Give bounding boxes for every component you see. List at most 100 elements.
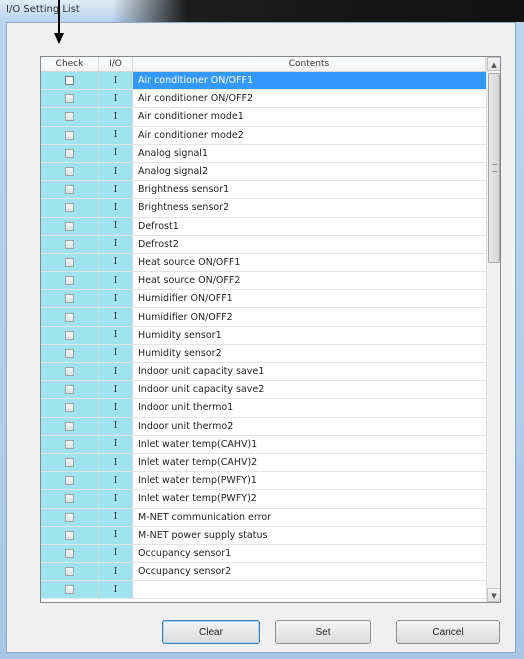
table-row[interactable]: I Occupancy sensor1 (41, 544, 486, 564)
check-cell (41, 235, 99, 253)
io-cell: I (99, 72, 133, 90)
table-row[interactable]: I Occupancy sensor2 (41, 563, 486, 582)
row-checkbox[interactable] (65, 421, 74, 431)
contents-cell: Indoor unit capacity save2 (138, 384, 265, 396)
table-row[interactable]: I Heat source ON/OFF2 (41, 272, 486, 291)
row-checkbox[interactable] (65, 476, 74, 486)
io-list-view[interactable]: Check I/O Contents I Air conditioner ON/O… (40, 56, 501, 603)
io-cell: I (99, 217, 133, 235)
table-row[interactable]: I Defrost2 (41, 235, 486, 254)
row-checkbox[interactable] (65, 148, 74, 158)
table-row[interactable]: I Indoor unit capacity save2 (41, 381, 486, 400)
scroll-thumb[interactable] (488, 73, 500, 263)
contents-cell: Occupancy sensor1 (138, 547, 232, 559)
scroll-up-button[interactable]: ▲ (487, 57, 500, 71)
row-checkbox[interactable] (65, 530, 74, 540)
table-row[interactable]: I Analog signal2 (41, 162, 486, 182)
check-cell (41, 381, 99, 399)
table-row[interactable]: I Inlet water temp(CAHV)2 (41, 453, 486, 473)
table-row[interactable]: I Brightness sensor2 (41, 199, 486, 218)
row-checkbox[interactable] (65, 458, 74, 468)
row-checkbox[interactable] (65, 312, 74, 322)
row-checkbox[interactable] (65, 112, 74, 122)
contents-cell: Heat source ON/OFF1 (138, 256, 241, 268)
contents-cell: Analog signal2 (138, 166, 208, 178)
table-row[interactable]: I Air conditioner mode2 (41, 126, 486, 145)
table-row[interactable]: I Inlet water temp(PWFY)2 (41, 490, 486, 509)
check-cell (41, 399, 99, 417)
check-cell (41, 108, 99, 126)
row-checkbox[interactable] (65, 330, 74, 340)
check-cell (41, 308, 99, 326)
table-row[interactable]: I M-NET power supply status (41, 526, 486, 545)
clear-button[interactable]: Clear (162, 620, 260, 644)
row-checkbox[interactable] (65, 203, 74, 213)
column-header-check[interactable]: Check (41, 57, 99, 71)
table-row[interactable]: I Defrost1 (41, 217, 486, 236)
contents-cell: Air conditioner mode2 (138, 129, 244, 141)
contents-cell: Humidity sensor1 (138, 329, 222, 341)
table-row[interactable]: I (41, 581, 486, 600)
row-checkbox[interactable] (65, 130, 74, 140)
row-checkbox[interactable] (65, 94, 74, 104)
cancel-button[interactable]: Cancel (396, 620, 500, 644)
row-checkbox[interactable] (65, 512, 74, 522)
row-checkbox[interactable] (65, 294, 74, 304)
row-checkbox[interactable] (65, 185, 74, 195)
set-button[interactable]: Set (275, 620, 371, 644)
row-checkbox[interactable] (65, 567, 74, 577)
io-cell: I (99, 253, 133, 272)
check-cell (41, 472, 99, 490)
table-row[interactable]: I Humidifier ON/OFF1 (41, 290, 486, 309)
table-row[interactable]: I Humidity sensor2 (41, 344, 486, 363)
io-cell: I (99, 581, 133, 599)
row-checkbox[interactable] (65, 257, 74, 267)
io-cell: I (99, 181, 133, 199)
title-bar[interactable]: I/O Setting List (0, 0, 524, 22)
row-checkbox[interactable] (65, 167, 74, 177)
row-checkbox[interactable] (65, 348, 74, 358)
table-row[interactable]: I Humidifier ON/OFF2 (41, 308, 486, 327)
table-row[interactable]: I Air conditioner mode1 (41, 108, 486, 127)
check-cell (41, 217, 99, 235)
table-row[interactable]: I Brightness sensor1 (41, 181, 486, 200)
table-row[interactable]: I Air conditioner ON/OFF1 (41, 72, 486, 91)
io-cell: I (99, 526, 133, 544)
table-row[interactable]: I Humidity sensor1 (41, 326, 486, 345)
table-row[interactable]: I Inlet water temp(CAHV)1 (41, 435, 486, 454)
row-checkbox[interactable] (65, 439, 74, 449)
contents-cell: Inlet water temp(PWFY)1 (138, 475, 257, 487)
column-header-io[interactable]: I/O (99, 57, 133, 71)
row-checkbox[interactable] (65, 403, 74, 413)
row-checkbox[interactable] (65, 221, 74, 231)
check-cell (41, 181, 99, 199)
vertical-scrollbar[interactable]: ▲ ▼ (486, 57, 500, 602)
row-checkbox[interactable] (65, 548, 74, 558)
row-checkbox[interactable] (65, 585, 74, 595)
contents-cell: Humidity sensor2 (138, 347, 222, 359)
io-cell: I (99, 235, 133, 253)
table-row[interactable]: I Indoor unit thermo1 (41, 399, 486, 418)
table-row[interactable]: I M-NET communication error (41, 508, 486, 527)
io-cell: I (99, 381, 133, 399)
table-row[interactable]: I Indoor unit thermo2 (41, 417, 486, 436)
table-row[interactable]: I Indoor unit capacity save1 (41, 363, 486, 382)
column-header-contents[interactable]: Contents (133, 57, 486, 71)
io-cell: I (99, 472, 133, 490)
table-row[interactable]: I Analog signal1 (41, 144, 486, 163)
table-row[interactable]: I Heat source ON/OFF1 (41, 253, 486, 273)
contents-cell: Brightness sensor1 (138, 184, 230, 196)
table-row[interactable]: I Air conditioner ON/OFF2 (41, 90, 486, 109)
row-checkbox[interactable] (65, 385, 74, 395)
check-cell (41, 90, 99, 108)
check-cell (41, 253, 99, 272)
row-checkbox[interactable] (65, 276, 74, 286)
row-checkbox[interactable] (65, 76, 74, 86)
contents-cell: Indoor unit thermo2 (138, 420, 234, 432)
check-cell (41, 290, 99, 308)
table-row[interactable]: I Inlet water temp(PWFY)1 (41, 472, 486, 491)
row-checkbox[interactable] (65, 367, 74, 377)
row-checkbox[interactable] (65, 494, 74, 504)
row-checkbox[interactable] (65, 239, 74, 249)
scroll-down-button[interactable]: ▼ (487, 588, 500, 602)
